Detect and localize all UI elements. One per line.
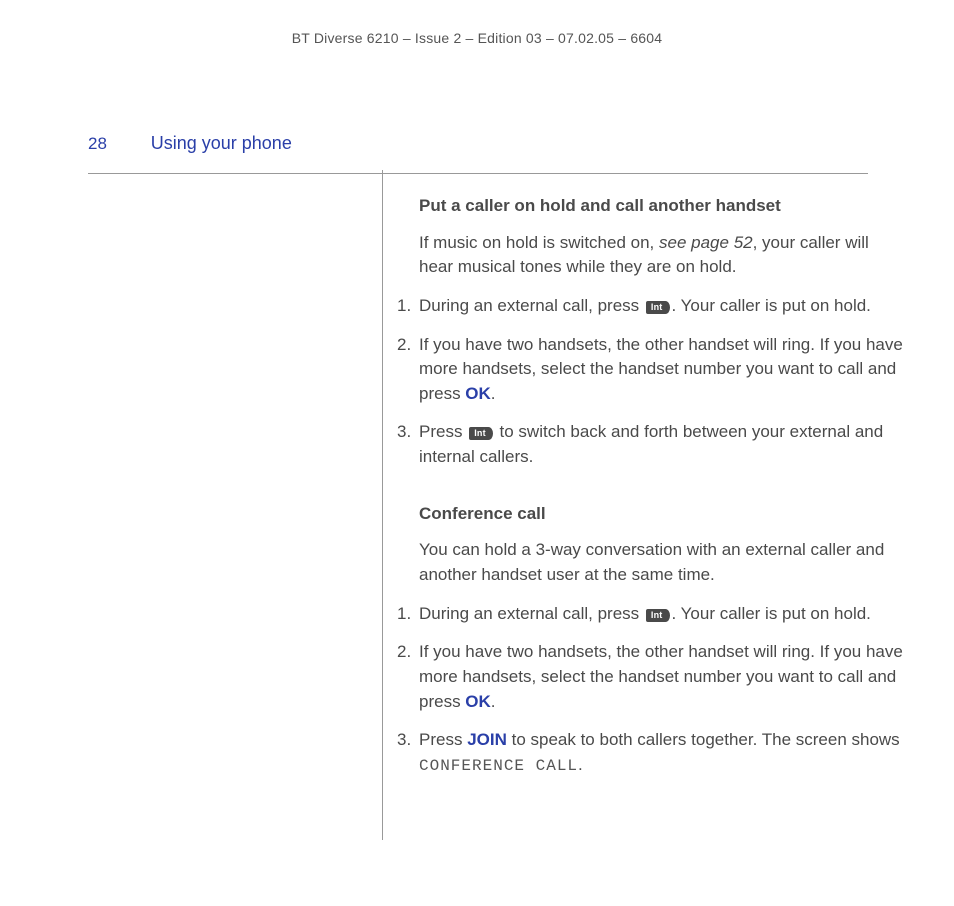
text-fragment: .: [491, 692, 496, 711]
page: BT Diverse 6210 – Issue 2 – Edition 03 –…: [0, 0, 954, 906]
running-header: BT Diverse 6210 – Issue 2 – Edition 03 –…: [0, 28, 954, 48]
intro-conference-call: You can hold a 3-way conversation with a…: [419, 538, 903, 587]
page-header-row: 28 Using your phone: [88, 130, 868, 174]
list-item: 1. During an external call, press Int. Y…: [419, 602, 903, 627]
list-item: 3. Press JOIN to speak to both callers t…: [419, 728, 903, 778]
step-number: 2.: [397, 640, 411, 665]
int-key-icon: Int: [646, 301, 670, 314]
text-fragment: Press: [419, 422, 467, 441]
int-key-icon: Int: [646, 609, 670, 622]
text-fragment: . Your caller is put on hold.: [672, 604, 871, 623]
text-fragment: Press: [419, 730, 467, 749]
page-reference: see page 52: [659, 233, 753, 252]
list-item: 1. During an external call, press Int. Y…: [419, 294, 903, 319]
main-content: Put a caller on hold and call another ha…: [382, 170, 903, 840]
text-fragment: .: [578, 755, 583, 774]
list-item: 2. If you have two handsets, the other h…: [419, 333, 903, 407]
steps-hold-call: 1. During an external call, press Int. Y…: [419, 294, 903, 470]
text-fragment: . Your caller is put on hold.: [672, 296, 871, 315]
text-fragment: During an external call, press: [419, 604, 644, 623]
list-item: 2. If you have two handsets, the other h…: [419, 640, 903, 714]
step-number: 3.: [397, 420, 411, 445]
step-number: 2.: [397, 333, 411, 358]
page-number: 28: [88, 132, 146, 157]
step-number: 1.: [397, 602, 411, 627]
text-fragment: to speak to both callers together. The s…: [507, 730, 900, 749]
ok-softkey: OK: [465, 384, 491, 403]
list-item: 3. Press Int to switch back and forth be…: [419, 420, 903, 469]
intro-hold-call: If music on hold is switched on, see pag…: [419, 231, 903, 280]
steps-conference-call: 1. During an external call, press Int. Y…: [419, 602, 903, 778]
heading-conference-call: Conference call: [419, 502, 903, 527]
lcd-text: CONFERENCE CALL: [419, 757, 578, 775]
int-key-icon: Int: [469, 427, 493, 440]
ok-softkey: OK: [465, 692, 491, 711]
section-title: Using your phone: [151, 130, 292, 156]
join-softkey: JOIN: [467, 730, 507, 749]
text-fragment: If music on hold is switched on,: [419, 233, 659, 252]
heading-hold-call: Put a caller on hold and call another ha…: [419, 194, 903, 219]
text-fragment: .: [491, 384, 496, 403]
step-number: 3.: [397, 728, 411, 753]
text-fragment: During an external call, press: [419, 296, 644, 315]
step-number: 1.: [397, 294, 411, 319]
